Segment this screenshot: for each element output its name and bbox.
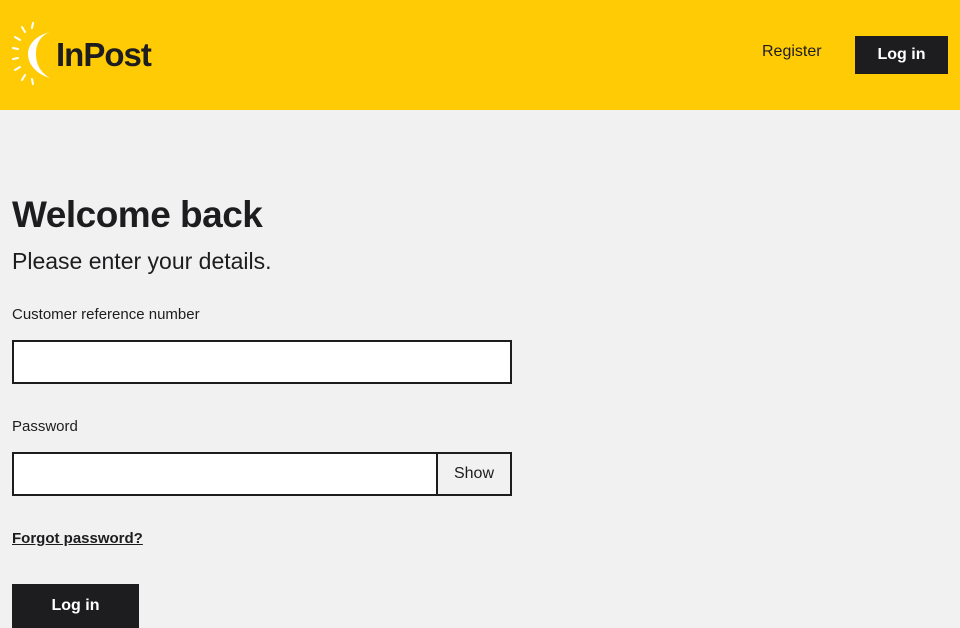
- show-password-button[interactable]: Show: [438, 452, 512, 496]
- inpost-sun-logo-icon: [12, 22, 54, 86]
- customer-ref-label: Customer reference number: [12, 306, 200, 323]
- header-login-button[interactable]: Log in: [855, 36, 948, 74]
- logo-text: InPost: [56, 35, 152, 73]
- password-label: Password: [12, 418, 78, 435]
- page-subtitle: Please enter your details.: [12, 248, 272, 274]
- customer-ref-input[interactable]: [12, 340, 512, 384]
- password-field-group: Show: [12, 452, 512, 496]
- forgot-password-link[interactable]: Forgot password?: [12, 530, 143, 547]
- page-title: Welcome back: [12, 194, 263, 235]
- password-input[interactable]: [12, 452, 438, 496]
- site-header: InPost Register Log in: [0, 0, 960, 110]
- login-submit-button[interactable]: Log in: [12, 584, 139, 628]
- register-link[interactable]: Register: [762, 43, 822, 61]
- inpost-logo[interactable]: InPost: [12, 22, 152, 86]
